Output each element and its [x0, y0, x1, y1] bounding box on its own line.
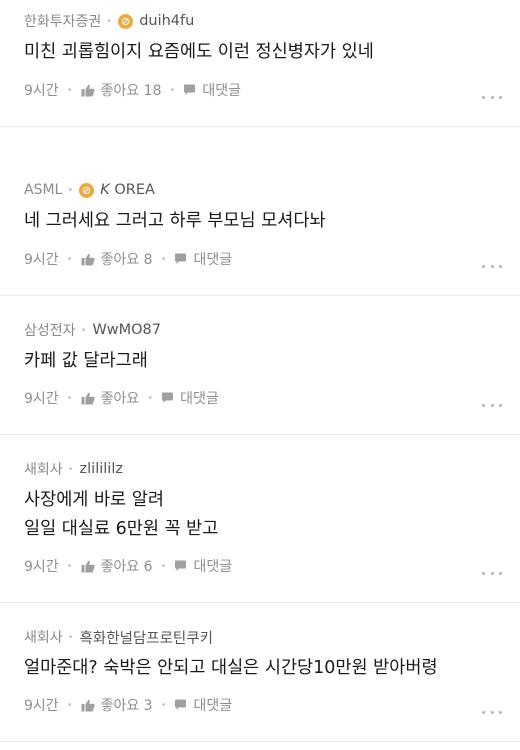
speech-bubble-icon — [175, 699, 187, 710]
speech-bubble-icon — [175, 560, 187, 571]
nickname-rest: OREA — [114, 182, 155, 198]
like-label: 좋아요 18 — [100, 83, 162, 99]
dot-separator: • — [66, 560, 73, 572]
dot-separator: • — [66, 84, 73, 96]
reply-button[interactable]: 대댓글 — [174, 249, 232, 269]
comment-actions: 9시간 • 좋아요 18 • 대댓글 — [24, 80, 241, 100]
dot-separator: • — [67, 463, 74, 475]
speech-bubble-icon — [175, 253, 187, 264]
comment-actions: 9시간 • 좋아요 • 대댓글 — [24, 388, 219, 408]
reply-label: 대댓글 — [180, 391, 219, 407]
dot-separator: • — [66, 699, 73, 711]
comment-actions: 9시간 • 좋아요 8 • 대댓글 — [24, 249, 232, 269]
more-options-button[interactable] — [482, 705, 502, 719]
author-nickname[interactable]: zlilililz — [80, 461, 123, 477]
comment-meta: 한화투자증권 • duih4fu — [24, 11, 194, 31]
divider — [0, 126, 520, 127]
reply-label: 대댓글 — [202, 83, 242, 99]
thumbs-up-icon — [81, 392, 95, 404]
more-options-button[interactable] — [482, 566, 502, 580]
comment-line: 얼마준대? 숙박은 안되고 대실은 시간당10만원 받아버령 — [24, 658, 438, 678]
like-button[interactable]: 좋아요 — [81, 388, 140, 408]
more-options-button[interactable] — [482, 90, 502, 104]
dot-separator: • — [147, 392, 154, 404]
author-nickname[interactable]: duih4fu — [139, 13, 194, 29]
comment-feed: 한화투자증권 • duih4fu 미친 괴롭힘이지 요즘에도 이런 정신병자가 … — [0, 0, 520, 750]
dot-separator: • — [66, 253, 73, 265]
dot-separator: • — [67, 184, 74, 196]
reply-button[interactable]: 대댓글 — [174, 695, 232, 715]
like-button[interactable]: 좋아요 6 — [81, 556, 153, 576]
like-button[interactable]: 좋아요 8 — [81, 249, 153, 269]
author-nickname[interactable]: K OREA — [100, 182, 155, 198]
company-name: 삼성전자 — [24, 323, 76, 339]
dot-separator: • — [66, 392, 73, 404]
divider — [0, 295, 520, 296]
reply-button[interactable]: 대댓글 — [174, 556, 232, 576]
company-name: 새회사 — [24, 630, 63, 646]
company-name: 한화투자증권 — [24, 14, 102, 30]
comment-meta: ASML • K OREA — [24, 180, 155, 200]
reply-label: 대댓글 — [193, 559, 233, 575]
divider — [0, 434, 520, 435]
comment-line: 미친 괴롭힘이지 요즘에도 이런 정신병자가 있네 — [24, 42, 374, 62]
divider — [0, 741, 520, 742]
comment-time: 9시간 — [24, 698, 59, 714]
reply-label: 대댓글 — [193, 252, 233, 268]
comment-text: 사장에게 바로 알려 일일 대실료 6만원 꼭 받고 — [24, 486, 218, 544]
comment-time: 9시간 — [24, 83, 59, 99]
comment-time: 9시간 — [24, 559, 59, 575]
comment-line: 카페 값 달라그래 — [24, 351, 148, 371]
thumbs-up-icon — [81, 560, 95, 572]
comment-actions: 9시간 • 좋아요 3 • 대댓글 — [24, 695, 232, 715]
thumbs-up-icon — [81, 699, 95, 711]
more-options-button[interactable] — [482, 398, 502, 412]
dot-separator: • — [169, 84, 176, 96]
thumbs-up-icon — [81, 84, 95, 96]
like-label: 좋아요 — [100, 391, 140, 407]
comment-time: 9시간 — [24, 391, 59, 407]
dot-separator: • — [106, 15, 113, 27]
dot-separator: • — [67, 631, 74, 643]
dot-separator: • — [80, 324, 87, 336]
reply-button[interactable]: 대댓글 — [183, 80, 241, 100]
like-label: 좋아요 8 — [100, 252, 153, 268]
comment-meta: 삼성전자 • WwMO87 — [24, 320, 161, 340]
speech-bubble-icon — [184, 84, 196, 95]
dot-separator: • — [160, 560, 167, 572]
comment-text: 미친 괴롭힘이지 요즘에도 이런 정신병자가 있네 — [24, 38, 374, 67]
author-nickname[interactable]: 흑화한널담프로틴쿠키 — [80, 627, 213, 648]
reply-button[interactable]: 대댓글 — [161, 388, 219, 408]
more-options-button[interactable] — [482, 259, 502, 273]
comment-time: 9시간 — [24, 252, 59, 268]
comment-line: 네 그러세요 그러고 하루 부모님 모셔다놔 — [24, 211, 326, 231]
dot-separator: • — [160, 699, 167, 711]
comment-text: 얼마준대? 숙박은 안되고 대실은 시간당10만원 받아버령 — [24, 654, 438, 683]
comment-meta: 새회사 • zlilililz — [24, 459, 123, 479]
like-button[interactable]: 좋아요 3 — [81, 695, 153, 715]
medal-badge-icon — [79, 182, 95, 198]
like-label: 좋아요 3 — [100, 698, 153, 714]
comment-text: 카페 값 달라그래 — [24, 347, 148, 376]
like-label: 좋아요 6 — [100, 559, 153, 575]
speech-bubble-icon — [162, 392, 174, 403]
comment-line: 일일 대실료 6만원 꼭 받고 — [24, 519, 219, 539]
comment-actions: 9시간 • 좋아요 6 • 대댓글 — [24, 556, 232, 576]
like-button[interactable]: 좋아요 18 — [81, 80, 162, 100]
dot-separator: • — [160, 253, 167, 265]
company-name: 새회사 — [24, 462, 63, 478]
author-nickname[interactable]: WwMO87 — [92, 322, 161, 338]
medal-badge-icon — [118, 13, 134, 29]
nickname-prefix: K — [100, 182, 110, 198]
comment-text: 네 그러세요 그러고 하루 부모님 모셔다놔 — [24, 207, 326, 236]
comment-meta: 새회사 • 흑화한널담프로틴쿠키 — [24, 627, 213, 647]
divider — [0, 602, 520, 603]
reply-label: 대댓글 — [193, 698, 233, 714]
thumbs-up-icon — [81, 253, 95, 265]
company-name: ASML — [24, 182, 63, 198]
comment-line: 사장에게 바로 알려 — [24, 490, 164, 510]
